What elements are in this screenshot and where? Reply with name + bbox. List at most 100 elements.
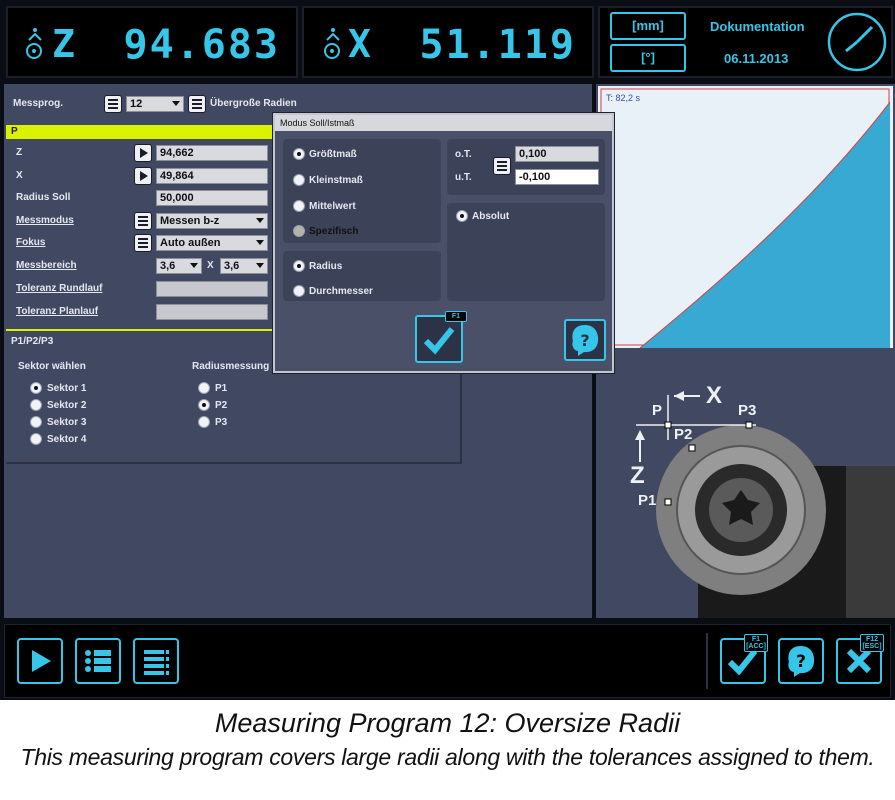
type-radius-label[interactable]: Radius — [309, 261, 342, 272]
status-panel: [mm] [°] Dokumentation 06.11.2013 — [598, 6, 893, 78]
point-p1-radio[interactable] — [198, 382, 210, 394]
list-icon — [138, 216, 148, 226]
tolerance-group: o.T. u.T. 0,100 -0,100 — [447, 139, 605, 195]
z-readout: Z 94.683 — [6, 6, 298, 78]
x-label: X — [16, 170, 23, 181]
program-list-button[interactable] — [104, 95, 122, 113]
check-icon — [423, 327, 455, 355]
mode-mittelwert-radio[interactable] — [293, 200, 305, 212]
preview-panel: T: 82,2 s X Z P P1 P2 P3 — [596, 84, 895, 618]
help-icon: ? — [788, 646, 815, 677]
messbereich-b-select[interactable]: 3,6 — [220, 258, 268, 274]
absolut-radio[interactable] — [456, 210, 468, 222]
absolut-group: Absolut — [447, 203, 605, 301]
point-p2-label[interactable]: P2 — [215, 400, 227, 411]
absolut-label[interactable]: Absolut — [472, 211, 509, 222]
dialog-title[interactable]: Modus Soll/Istmaß — [275, 115, 612, 131]
point-p3-radio[interactable] — [198, 416, 210, 428]
documentation-title[interactable]: Dokumentation — [710, 19, 805, 34]
radiusmessung-heading: Radiusmessung — [192, 361, 270, 372]
mode-spezifisch-radio[interactable] — [293, 225, 305, 237]
point-p3-label[interactable]: P3 — [215, 417, 227, 428]
mode-kleinstmass-label[interactable]: Kleinstmaß — [309, 175, 363, 186]
messbereich-x-label: X — [207, 260, 214, 271]
dialog-ok-button[interactable]: F1 — [415, 311, 467, 363]
unit-degree-button[interactable]: [°] — [610, 44, 686, 72]
toolbar-divider — [706, 633, 708, 689]
caption-subtitle: This measuring program covers large radi… — [20, 744, 875, 770]
fokus-options-button[interactable] — [134, 234, 152, 252]
lower-tolerance-label: u.T. — [455, 172, 472, 183]
play-icon — [140, 171, 148, 181]
program-options-button[interactable] — [188, 95, 206, 113]
profile-fill — [640, 102, 890, 348]
cancel-fkey: F12 [ESC] — [860, 634, 884, 652]
point-p1-label[interactable]: P1 — [215, 383, 227, 394]
section-p-label: P — [11, 126, 18, 137]
lower-tolerance-field[interactable]: -0,100 — [515, 169, 599, 185]
messprog-select[interactable]: 12 — [126, 96, 184, 112]
start-button[interactable] — [17, 638, 63, 684]
mode-groesstmass-label[interactable]: Größtmaß — [309, 149, 357, 160]
measurement-plot: T: 82,2 s — [598, 86, 893, 348]
cancel-button[interactable]: F12 [ESC] — [836, 634, 884, 684]
list-icon — [108, 99, 118, 109]
accept-button[interactable]: F1 [ACC] — [720, 634, 768, 684]
help-button[interactable]: ? — [778, 638, 824, 684]
sektor-4-radio[interactable] — [30, 433, 42, 445]
sektor-3-radio[interactable] — [30, 416, 42, 428]
sektor-4-label[interactable]: Sektor 4 — [47, 434, 86, 445]
mode-groesstmass-radio[interactable] — [293, 148, 305, 160]
mode-spezifisch-label[interactable]: Spezifisch — [309, 226, 358, 237]
list-button[interactable] — [75, 638, 121, 684]
upper-tolerance-field[interactable]: 0,100 — [515, 146, 599, 162]
svg-text:?: ? — [580, 331, 589, 350]
type-durchmesser-label[interactable]: Durchmesser — [309, 286, 373, 297]
bottom-toolbar: F1 [ACC] ? F12 [ESC] — [4, 624, 891, 698]
help-icon: ? — [572, 325, 599, 356]
radius-profile-chart — [600, 88, 891, 348]
play-icon — [140, 148, 148, 158]
documentation-date: 06.11.2013 — [724, 51, 789, 66]
messbereich-label: Messbereich — [16, 260, 77, 271]
plot-time-label: T: 82,2 s — [606, 93, 641, 103]
fokus-select[interactable]: Auto außen — [156, 235, 268, 251]
list-icon — [192, 99, 202, 109]
tolerance-options-button[interactable] — [493, 157, 511, 175]
take-x-button[interactable] — [134, 167, 152, 185]
svg-text:?: ? — [796, 652, 806, 672]
messmodus-select[interactable]: Messen b-z — [156, 213, 268, 229]
sektor-1-radio[interactable] — [30, 382, 42, 394]
type-radius-radio[interactable] — [293, 260, 305, 272]
section-p-bar: P — [6, 125, 272, 139]
x-field[interactable]: 49,864 — [156, 168, 268, 184]
point-p2-radio[interactable] — [198, 399, 210, 411]
program-name: Übergroße Radien — [210, 98, 297, 109]
diagram-p3-label: P3 — [738, 402, 757, 419]
take-z-button[interactable] — [134, 144, 152, 162]
sektor-heading: Sektor wählen — [18, 361, 86, 372]
radius-soll-field[interactable]: 50,000 — [156, 190, 268, 206]
sektor-3-label[interactable]: Sektor 3 — [47, 417, 86, 428]
mode-mittelwert-label[interactable]: Mittelwert — [309, 201, 356, 212]
toleranz-planlauf-field[interactable] — [156, 304, 268, 320]
messmodus-options-button[interactable] — [134, 212, 152, 230]
dialog-help-button[interactable]: ? — [564, 319, 606, 361]
unit-mm-button[interactable]: [mm] — [610, 12, 686, 40]
type-group: Radius Durchmesser — [283, 251, 441, 301]
menu-icon — [144, 650, 169, 675]
list-icon — [497, 161, 507, 171]
sektor-2-radio[interactable] — [30, 399, 42, 411]
messmodus-label: Messmodus — [16, 215, 74, 226]
menu-button[interactable] — [133, 638, 179, 684]
accept-fkey: F1 [ACC] — [744, 634, 768, 652]
toleranz-rundlauf-field[interactable] — [156, 281, 268, 297]
mode-kleinstmass-radio[interactable] — [293, 174, 305, 186]
fokus-label: Fokus — [16, 237, 46, 248]
sektor-2-label[interactable]: Sektor 2 — [47, 400, 86, 411]
z-field[interactable]: 94,662 — [156, 145, 268, 161]
caption-title: Measuring Program 12: Oversize Radii — [214, 708, 681, 738]
messbereich-a-select[interactable]: 3,6 — [156, 258, 202, 274]
sektor-1-label[interactable]: Sektor 1 — [47, 383, 86, 394]
type-durchmesser-radio[interactable] — [293, 285, 305, 297]
